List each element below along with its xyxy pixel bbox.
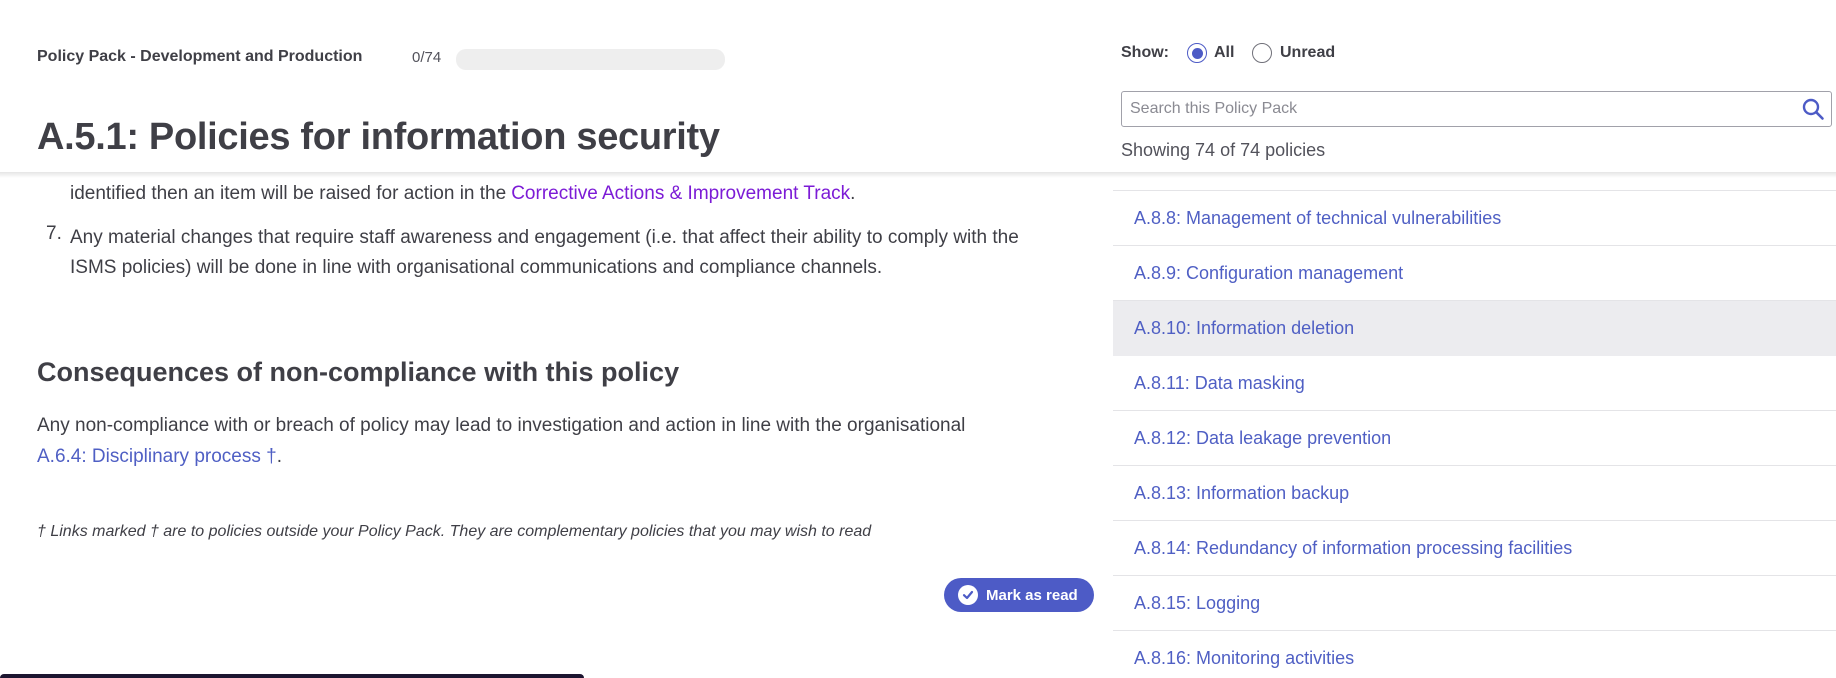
showing-count: Showing 74 of 74 policies: [1121, 140, 1326, 160]
policy-list-item[interactable]: A.8.14: Redundancy of information proces…: [1113, 521, 1836, 576]
consequences-paragraph: Any non-compliance with or breach of pol…: [37, 410, 1057, 472]
policy-content-area: identified then an item will be raised f…: [0, 0, 1100, 678]
policy-list-item[interactable]: A.8.9: Configuration management: [1113, 246, 1836, 301]
corrective-actions-link[interactable]: Corrective Actions & Improvement Track: [511, 183, 850, 204]
filter-all-radio[interactable]: [1187, 43, 1207, 63]
filter-unread-radio[interactable]: [1252, 43, 1272, 63]
policy-list: A.8.8: Management of technical vulnerabi…: [1113, 190, 1836, 678]
policy-list-item[interactable]: A.8.11: Data masking: [1113, 356, 1836, 411]
footnote: † Links marked † are to policies outside…: [37, 523, 872, 540]
filter-all-label[interactable]: All: [1214, 44, 1234, 62]
list-item-6-continuation: identified then an item will be raised f…: [70, 182, 855, 206]
policy-sidebar: A.8.8: Management of technical vulnerabi…: [1113, 0, 1836, 678]
policy-list-item[interactable]: A.8.15: Logging: [1113, 576, 1836, 631]
list-item-7-number: 7.: [46, 223, 62, 244]
search-box: [1121, 91, 1832, 127]
policy-list-item[interactable]: A.8.12: Data leakage prevention: [1113, 411, 1836, 466]
policy-list-item[interactable]: A.8.13: Information backup: [1113, 466, 1836, 521]
list-item-6-text: identified then an item will be raised f…: [70, 183, 507, 204]
bottom-bar: [0, 674, 584, 678]
list-item-7-text: Any material changes that require staff …: [70, 227, 1019, 278]
progress-bar: [456, 49, 725, 70]
mark-as-read-button[interactable]: Mark as read: [944, 578, 1094, 612]
check-icon: [958, 585, 978, 605]
search-icon[interactable]: [1801, 97, 1825, 121]
consequences-end: .: [276, 446, 282, 467]
page-header: Policy Pack - Development and Production…: [0, 0, 1100, 174]
mark-as-read-label: Mark as read: [986, 586, 1078, 604]
header-shadow: [0, 172, 1836, 178]
list-item-6-end: .: [850, 183, 856, 204]
sidebar-header: Show: All Unread Showing 74 of 74 polici…: [1113, 0, 1836, 174]
policy-list-item[interactable]: A.8.10: Information deletion: [1113, 301, 1836, 356]
section-heading: Consequences of non-compliance with this…: [37, 357, 680, 387]
search-input[interactable]: [1130, 98, 1770, 120]
filter-unread-label[interactable]: Unread: [1280, 44, 1335, 62]
policy-list-item[interactable]: A.8.8: Management of technical vulnerabi…: [1113, 191, 1836, 246]
progress-count: 0/74: [412, 49, 442, 66]
disciplinary-process-link[interactable]: A.6.4: Disciplinary process †: [37, 446, 277, 467]
pack-title: Policy Pack - Development and Production: [37, 48, 363, 65]
consequences-text: Any non-compliance with or breach of pol…: [37, 415, 966, 436]
show-label: Show:: [1121, 44, 1169, 61]
policy-list-item[interactable]: A.8.16: Monitoring activities: [1113, 631, 1836, 678]
page-title: A.5.1: Policies for information security: [37, 116, 720, 158]
